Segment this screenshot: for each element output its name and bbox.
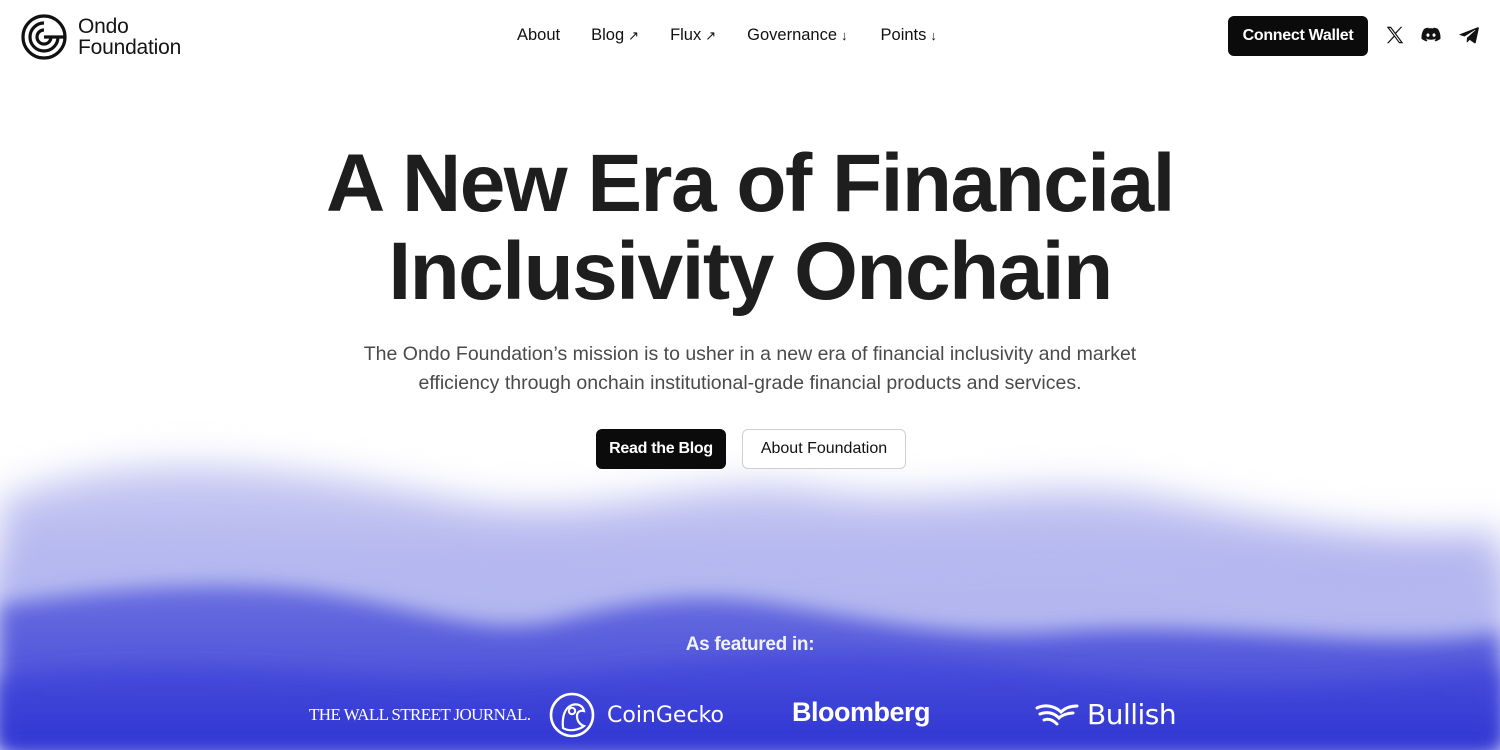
discord-icon[interactable] (1420, 24, 1442, 46)
hero-title-line-1: A New Era of Financial (326, 138, 1175, 229)
top-navigation: Ondo Foundation About Blog ↗ Flux ↗ Gove… (0, 0, 1500, 72)
hero-subtitle: The Ondo Foundation’s mission is to ushe… (300, 340, 1200, 398)
arrow-down-icon: ↓ (841, 28, 848, 43)
bullish-label: Bullish (1087, 698, 1177, 731)
hero-subtitle-line-1: The Ondo Foundation’s mission is to ushe… (363, 343, 1137, 365)
external-link-icon: ↗ (705, 27, 717, 43)
connect-wallet-button[interactable]: Connect Wallet (1228, 16, 1368, 56)
nav-item-about[interactable]: About (517, 26, 560, 45)
coingecko-label: CoinGecko (607, 702, 724, 728)
nav-item-flux[interactable]: Flux ↗ (670, 26, 716, 45)
brand-name: Ondo Foundation (78, 16, 181, 58)
nav-item-label: Blog (591, 26, 625, 44)
wsj-logo: THE WALL STREET JOURNAL. (309, 705, 531, 724)
brand-line-1: Ondo (78, 15, 129, 38)
hero-title-line-2: Inclusivity Onchain (388, 226, 1113, 317)
arrow-down-icon: ↓ (930, 28, 937, 43)
bullish-logo: Bullish (1035, 698, 1177, 731)
nav-item-governance[interactable]: Governance ↓ (747, 26, 847, 45)
nav-item-points[interactable]: Points ↓ (881, 26, 937, 45)
gecko-icon (549, 692, 595, 738)
hero-subtitle-line-2: efficiency through onchain institutional… (418, 372, 1082, 394)
nav-links: About Blog ↗ Flux ↗ Governance ↓ Points … (517, 26, 968, 45)
telegram-icon[interactable] (1458, 24, 1480, 46)
bull-horns-icon (1035, 703, 1079, 725)
external-link-icon: ↗ (628, 27, 640, 43)
hero-title: A New Era of Financial Inclusivity Oncha… (0, 140, 1500, 316)
x-icon[interactable] (1384, 24, 1406, 46)
ondo-logo-icon (21, 14, 67, 60)
nav-item-label: Flux (670, 26, 702, 44)
about-foundation-button[interactable]: About Foundation (742, 429, 906, 469)
nav-item-label: Governance (747, 26, 838, 44)
coingecko-logo: CoinGecko (549, 692, 724, 738)
nav-item-blog[interactable]: Blog ↗ (591, 26, 639, 45)
brand-line-2: Foundation (78, 36, 182, 59)
nav-item-label: Points (880, 26, 927, 44)
bloomberg-logo: Bloomberg (792, 697, 931, 727)
nav-item-label: About (517, 26, 561, 44)
featured-heading: As featured in: (685, 634, 815, 655)
ondo-logo[interactable]: Ondo Foundation (20, 13, 181, 61)
read-blog-button[interactable]: Read the Blog (596, 429, 726, 469)
